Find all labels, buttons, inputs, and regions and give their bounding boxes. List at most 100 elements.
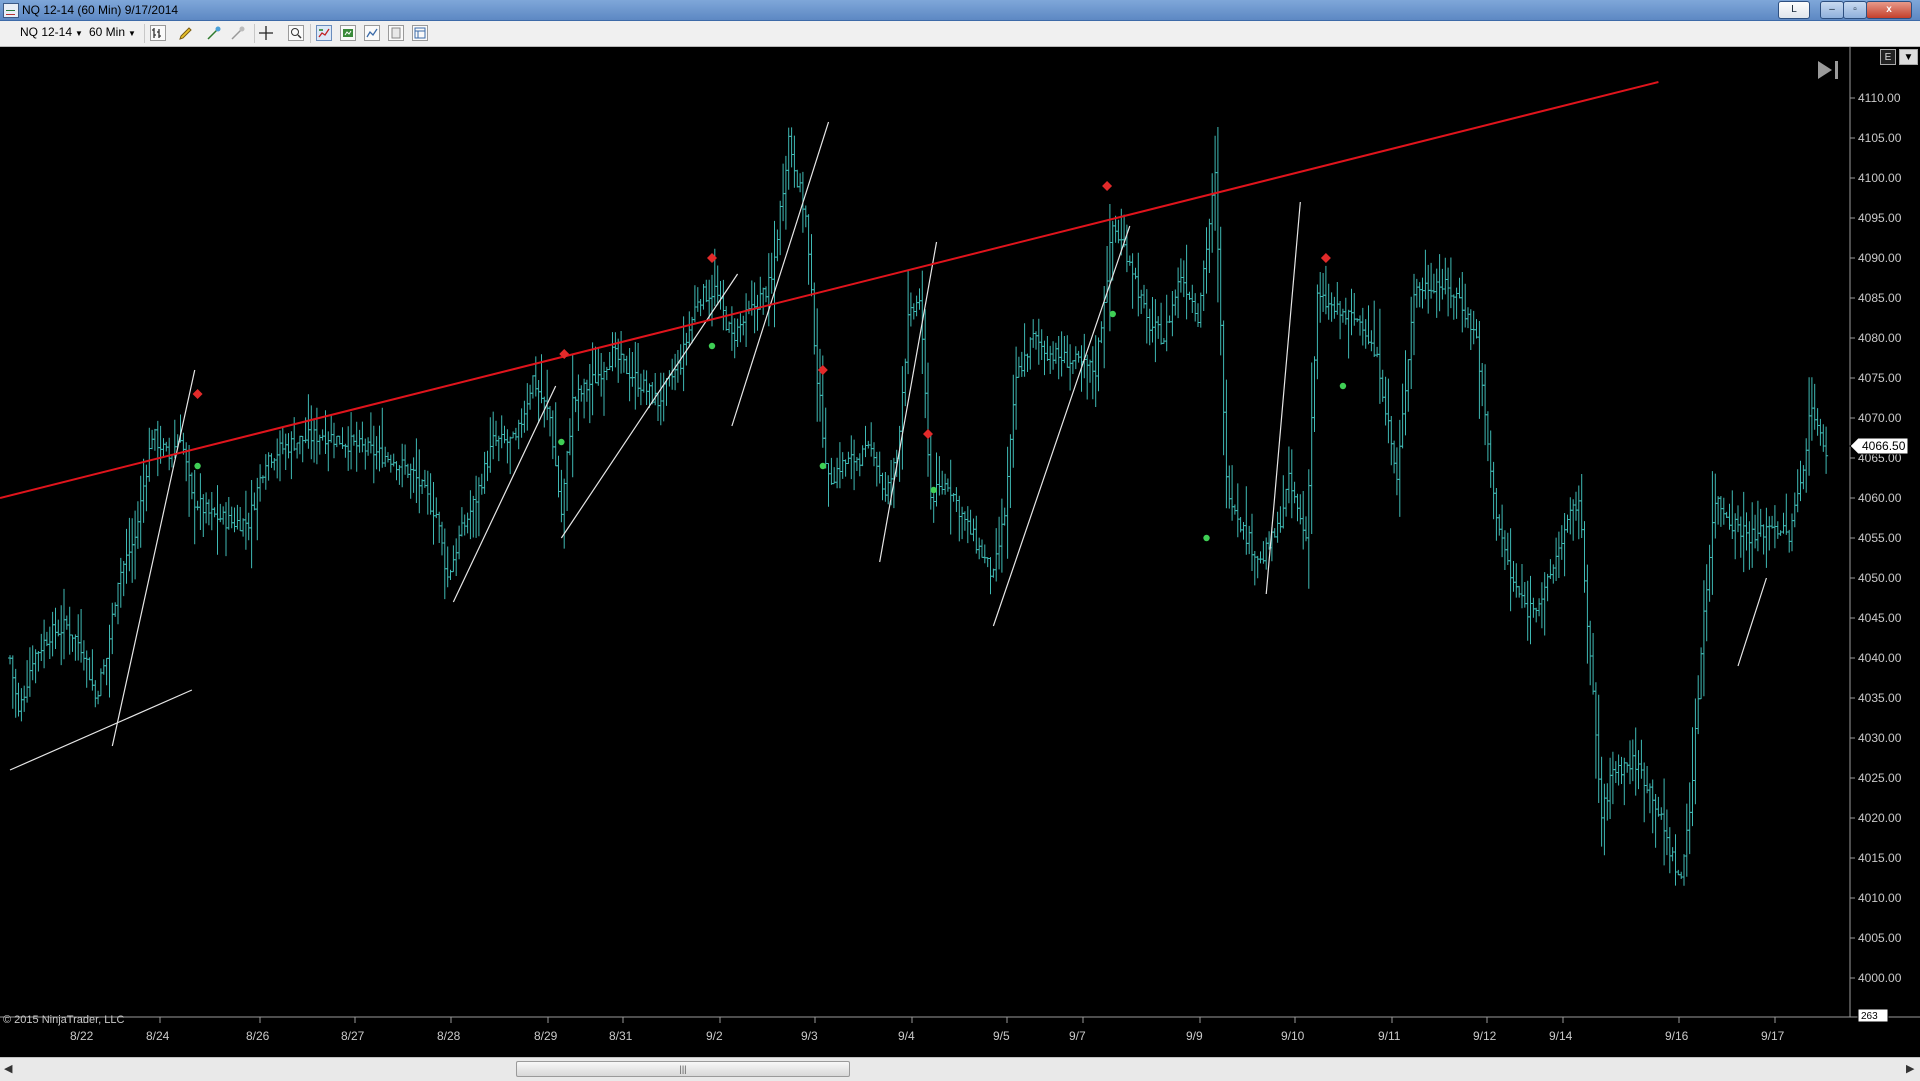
ohlc-bar: [832, 467, 837, 485]
ohlc-bar: [823, 407, 828, 469]
ohlc-bar: [113, 602, 118, 617]
scroll-left-icon[interactable]: ◀: [4, 1062, 12, 1075]
ohlc-bar: [386, 452, 390, 463]
ohlc-bar: [903, 358, 908, 407]
ohlc-bar: [818, 348, 822, 422]
ohlc-bar: [1778, 530, 1783, 536]
ohlc-bar: [1520, 564, 1524, 609]
drawing-pencil-icon[interactable]: [178, 25, 194, 41]
data-box-icon[interactable]: [288, 25, 304, 41]
templates-icon[interactable]: [388, 25, 404, 41]
ohlc-bar: [1798, 460, 1803, 502]
ohlc-bar: [215, 485, 220, 555]
chart-panel[interactable]: 4110.00 4105.00 4100.00 4095.00 4090.00 4085.…: [0, 47, 1920, 1057]
ohlc-bar: [1232, 504, 1237, 515]
ohlc-bar: [1326, 283, 1331, 320]
ohlc-bar: [269, 453, 274, 468]
ohlc-bar: [263, 454, 268, 490]
ohlc-bar: [1363, 319, 1368, 349]
date-tick-label: 8/27: [341, 1029, 365, 1043]
chart-corner-icon[interactable]: E: [1880, 49, 1896, 65]
ohlc-bar: [869, 422, 874, 457]
ohlc-bar: [1565, 514, 1570, 533]
ohlc-bar: [374, 436, 379, 470]
ohlc-bar: [636, 343, 641, 397]
ohlc-bar: [718, 281, 723, 310]
ohlc-bar: [715, 265, 720, 306]
ohlc-bar: [397, 465, 402, 485]
ohlc-bar: [1812, 383, 1817, 430]
ohlc-bar: [829, 457, 834, 485]
chevron-down-icon[interactable]: ▼: [1899, 49, 1918, 65]
ohlc-bar: [1127, 255, 1132, 266]
price-tick-label: 4080.00: [1858, 331, 1902, 345]
ohlc-bar: [380, 407, 385, 468]
ohlc-bar: [349, 412, 354, 470]
ohlc-bar: [204, 492, 209, 524]
ohlc-bar: [391, 453, 396, 467]
ohlc-bar: [1505, 532, 1510, 565]
buy-signal-marker: [558, 438, 565, 446]
close-button[interactable]: x: [1866, 1, 1912, 19]
current-price-label: 4066.50: [1862, 439, 1906, 453]
indicators-icon[interactable]: [316, 25, 332, 41]
ohlc-bar: [960, 506, 965, 540]
ohlc-bar: [530, 375, 535, 399]
ohlc-bar: [1090, 346, 1095, 400]
ohlc-bar: [980, 539, 984, 558]
interval-selector[interactable]: 60 Min ▼: [89, 25, 136, 39]
link-button[interactable]: L: [1778, 1, 1810, 19]
ohlc-bar: [440, 521, 444, 556]
ohlc-bar: [1159, 302, 1164, 345]
ohlc-bar: [1403, 350, 1408, 436]
draw-tools-icon[interactable]: [206, 25, 222, 41]
ohlc-bar: [1190, 284, 1195, 313]
ohlc-bar: [1792, 492, 1797, 528]
ohlc-bar: [1065, 335, 1070, 368]
price-tick-label: 4110.00: [1858, 91, 1901, 105]
ohlc-bar: [1701, 580, 1706, 697]
maximize-button[interactable]: ▫: [1843, 1, 1867, 19]
chart-properties-icon[interactable]: [364, 25, 380, 41]
ohlc-bar: [1741, 491, 1746, 573]
ohlc-bar: [1315, 284, 1320, 380]
ohlc-bar: [366, 437, 371, 456]
ohlc-bar: [1301, 491, 1306, 550]
ohlc-bar: [698, 299, 703, 317]
horizontal-scrollbar[interactable]: ◀ ||| ▶: [0, 1057, 1920, 1081]
ohlc-bar: [320, 429, 325, 441]
drawing-objects-icon[interactable]: [230, 25, 246, 41]
ohlc-bar: [1423, 249, 1428, 300]
ohlc-bar: [965, 506, 970, 544]
ohlc-bar: [886, 475, 891, 505]
ohlc-bar: [138, 475, 143, 548]
crosshair-icon[interactable]: [258, 25, 274, 41]
scroll-to-end-icon[interactable]: [1815, 57, 1843, 83]
strategies-icon[interactable]: [340, 25, 356, 41]
scroll-right-icon[interactable]: ▶: [1906, 1062, 1914, 1075]
ohlc-bar: [1173, 289, 1178, 316]
ohlc-bar: [1758, 508, 1763, 537]
ohlc-bar: [1619, 756, 1624, 784]
ohlc-bar: [198, 473, 203, 530]
price-tick-label: 4075.00: [1858, 371, 1902, 385]
ohlc-bar: [528, 384, 533, 410]
instrument-selector[interactable]: NQ 12-14 ▼: [20, 25, 83, 39]
ohlc-bar: [400, 443, 405, 488]
ohlc-bar: [582, 378, 587, 419]
chart-toolbar: NQ 12-14 ▼ 60 Min ▼: [0, 21, 1920, 47]
ohlc-bar: [746, 300, 751, 315]
ohlc-bar: [704, 279, 709, 303]
chart-panel-icon[interactable]: [412, 25, 428, 41]
buy-signal-marker: [708, 342, 716, 350]
scroll-thumb[interactable]: |||: [516, 1061, 850, 1077]
ohlc-bar: [1710, 471, 1715, 595]
price-chart[interactable]: 4110.00 4105.00 4100.00 4095.00 4090.00 4085.…: [0, 47, 1920, 1057]
ohlc-bar: [1440, 268, 1445, 300]
ohlc-bar: [96, 690, 101, 705]
ohlc-bar: [1542, 572, 1547, 636]
minimize-button[interactable]: –: [1820, 1, 1844, 19]
bar-type-icon[interactable]: [150, 25, 166, 41]
ohlc-bar: [1272, 528, 1277, 538]
ohlc-bar: [1170, 291, 1175, 337]
